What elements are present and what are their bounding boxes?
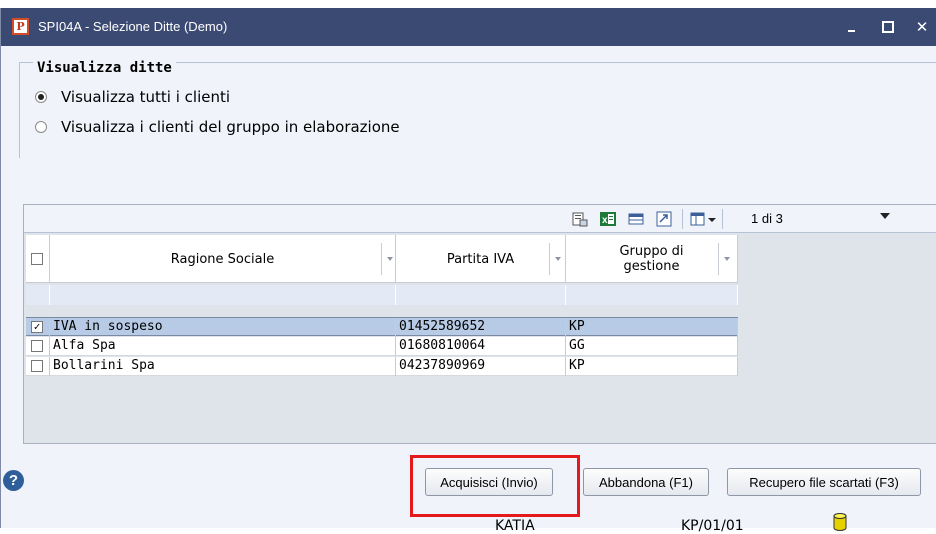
cell-ragione-sociale: Alfa Spa	[50, 337, 396, 356]
status-code: KP/01/01	[681, 518, 744, 534]
chevron-down-icon[interactable]	[724, 257, 730, 261]
radio-button-selected[interactable]	[35, 91, 47, 103]
highlight-box	[410, 455, 580, 517]
filter-cell[interactable]	[566, 285, 738, 305]
cell-ragione-sociale: Bollarini Spa	[50, 357, 396, 376]
filter-cell[interactable]	[26, 285, 50, 305]
grid-panel: x 1 di 3 Ragione Sociale Partita IVA Gru…	[23, 204, 936, 444]
row-checkbox-cell[interactable]: ✓	[26, 318, 50, 337]
column-label: Partita IVA	[446, 251, 515, 267]
row-checkbox[interactable]	[31, 360, 43, 372]
cell-gruppo: KP	[566, 357, 738, 376]
select-all-checkbox[interactable]	[31, 253, 43, 265]
grid-toolbar: x 1 di 3	[24, 205, 936, 233]
recover-discarded-button[interactable]: Recupero file scartati (F3)	[727, 468, 921, 496]
filter-cell[interactable]	[50, 285, 396, 305]
column-divider	[381, 243, 382, 275]
maximize-icon[interactable]	[875, 14, 901, 40]
cell-partita-iva: 01452589652	[396, 318, 566, 337]
window-title: SPI04A - Selezione Ditte (Demo)	[38, 19, 228, 34]
chevron-down-icon[interactable]	[555, 257, 561, 261]
cancel-button[interactable]: Abbandona (F1)	[583, 468, 709, 496]
column-divider	[718, 243, 719, 275]
column-header-gruppo[interactable]: Gruppo di gestione	[566, 235, 738, 283]
row-checkbox-cell[interactable]	[26, 357, 50, 376]
column-header-ragione-sociale[interactable]: Ragione Sociale	[50, 235, 396, 283]
pager-label[interactable]: 1 di 3	[751, 211, 783, 226]
pager-dropdown-icon[interactable]	[880, 213, 890, 219]
column-label: Ragione Sociale	[170, 251, 275, 267]
row-checkbox-cell[interactable]	[26, 337, 50, 356]
grid-header: Ragione Sociale Partita IVA Gruppo di ge…	[26, 235, 738, 283]
table-row[interactable]: ✓ IVA in sospeso 01452589652 KP	[26, 317, 738, 337]
row-checkbox[interactable]	[31, 340, 43, 352]
radio-label-all-clients: Visualizza tutti i clienti	[61, 88, 231, 106]
chevron-down-icon[interactable]	[387, 257, 393, 261]
cell-partita-iva: 01680810064	[396, 337, 566, 356]
refresh-icon[interactable]	[656, 211, 672, 227]
filter-cell[interactable]	[396, 285, 566, 305]
row-checkbox-checked[interactable]: ✓	[31, 321, 43, 333]
app-icon: P	[12, 18, 29, 35]
columns-icon[interactable]	[690, 211, 706, 227]
toolbar-separator	[682, 209, 683, 229]
filter-group-legend: Visualizza ditte	[33, 60, 176, 76]
cell-gruppo: KP	[566, 318, 738, 337]
column-header-partita-iva[interactable]: Partita IVA	[396, 235, 566, 283]
table-icon[interactable]	[628, 211, 644, 227]
status-user: KATIA	[495, 518, 535, 534]
radio-label-group-clients: Visualizza i clienti del gruppo in elabo…	[61, 118, 400, 136]
header-select-all[interactable]	[26, 235, 50, 283]
title-bar[interactable]: P SPI04A - Selezione Ditte (Demo) ✕	[1, 8, 936, 46]
radio-option-group-clients[interactable]: Visualizza i clienti del gruppo in elabo…	[35, 118, 400, 136]
database-icon	[833, 513, 847, 531]
radio-option-all-clients[interactable]: Visualizza tutti i clienti	[35, 88, 230, 106]
minimize-icon[interactable]	[839, 14, 865, 40]
cell-partita-iva: 04237890969	[396, 357, 566, 376]
cell-ragione-sociale: IVA in sospeso	[50, 318, 396, 337]
column-divider	[549, 243, 550, 275]
toolbar-separator	[722, 209, 723, 229]
column-label: Gruppo di gestione	[619, 244, 684, 274]
table-row[interactable]: Alfa Spa 01680810064 GG	[26, 337, 738, 356]
selection-window: P SPI04A - Selezione Ditte (Demo) ✕ Visu…	[0, 8, 936, 534]
cell-gruppo: GG	[566, 337, 738, 356]
radio-button[interactable]	[35, 121, 47, 133]
chevron-down-icon[interactable]	[707, 211, 717, 227]
export-icon[interactable]	[572, 211, 588, 227]
help-icon[interactable]: ?	[3, 470, 24, 491]
filter-group-box	[19, 62, 936, 158]
grid-filter-row[interactable]	[26, 285, 738, 305]
excel-icon[interactable]: x	[600, 211, 616, 227]
svg-text:x: x	[602, 215, 608, 226]
table-row[interactable]: Bollarini Spa 04237890969 KP	[26, 357, 738, 376]
close-icon[interactable]: ✕	[909, 14, 935, 40]
